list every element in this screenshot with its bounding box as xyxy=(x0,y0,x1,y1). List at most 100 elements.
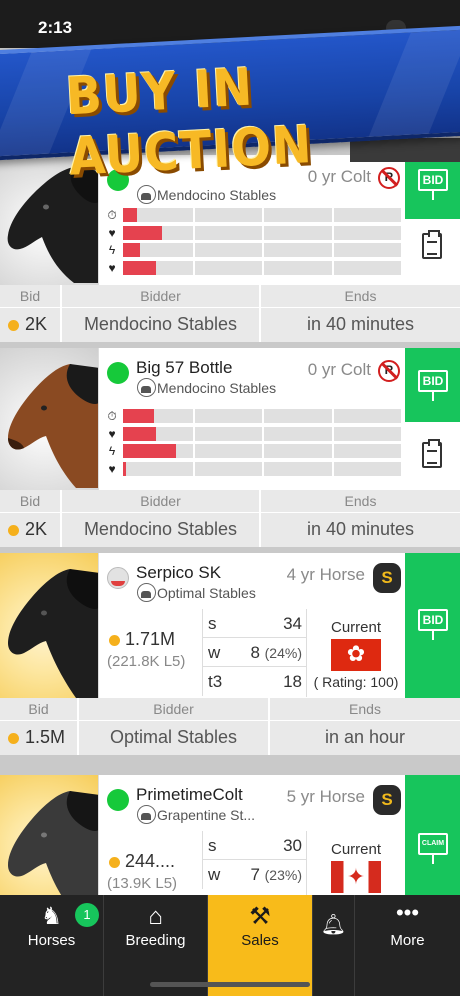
tab-notifications[interactable]: 🔔︎ xyxy=(313,895,355,996)
tab-label: More xyxy=(390,932,425,949)
heart-bar-row: ♥ xyxy=(103,260,401,276)
stat-bar-fill xyxy=(123,461,126,476)
race-stats: s 30 w 7 (23%) xyxy=(202,831,306,889)
horse-name: Big 57 Bottle xyxy=(136,358,233,377)
wins-value: 8 (24%) xyxy=(250,643,302,663)
stat-bar xyxy=(123,461,401,476)
listing-actions: BID xyxy=(405,155,460,285)
listing-info: Big 57 Bottle Mendocino Stables 0 yr Col… xyxy=(98,348,405,490)
listing-card[interactable]: Big 57 Bottle Mendocino Stables 0 yr Col… xyxy=(0,348,460,490)
listing-actions: BID xyxy=(405,553,460,698)
stat-bar-fill xyxy=(123,208,137,222)
stable-name: Grapentine St... xyxy=(157,807,256,823)
stat-bar-fill xyxy=(123,260,157,275)
bell-icon: 🔔︎ xyxy=(320,914,347,936)
tab-sales[interactable]: ⚒ Sales xyxy=(208,895,313,996)
horse-name: PrimetimeColt xyxy=(136,785,243,804)
stable-name: Mendocino Stables xyxy=(157,380,277,396)
horse-head-icon: ♞ xyxy=(40,903,63,930)
bid-button[interactable]: BID xyxy=(405,348,460,422)
bid-amount: 2K xyxy=(0,519,60,540)
status-time: 2:13 xyxy=(38,18,73,37)
ends-time: in 40 minutes xyxy=(306,519,415,539)
wins-value: 7 (23%) xyxy=(250,865,302,885)
banner-title: BUY IN AUCTION xyxy=(64,57,314,188)
stopwatch-icon: ⏱ xyxy=(107,208,117,222)
top3-value: 18 xyxy=(283,672,302,691)
bid-summary-row: Bid 2K Bidder Mendocino Stables Ends in 40 … xyxy=(0,285,460,342)
clipboard-icon xyxy=(422,439,442,468)
listing-card[interactable]: Serpico SK Optimal Stables 4 yr Horse S … xyxy=(0,553,460,698)
wins-percent: (24%) xyxy=(264,645,302,661)
claim-button[interactable]: CLAIM xyxy=(405,775,460,905)
stable-icon xyxy=(137,583,156,602)
horse-head-image xyxy=(8,791,98,905)
divider xyxy=(0,720,460,721)
stat-bar-fill xyxy=(123,426,157,441)
bid-summary-row: Bid 1.5M Bidder Optimal Stables Ends in an … xyxy=(0,698,460,755)
heartbeat-icon: ♥ xyxy=(108,225,116,240)
clipboard-icon xyxy=(422,230,442,259)
earnings-last5: (221.8K L5) xyxy=(107,653,186,670)
wins-count: 8 xyxy=(250,643,260,662)
notification-badge: 1 xyxy=(75,903,99,927)
stat-bar-fill xyxy=(123,444,176,458)
tab-label: Breeding xyxy=(125,932,186,949)
wins-count: 7 xyxy=(250,865,260,884)
current-rating: Current ( Rating: 100) xyxy=(306,609,405,697)
stable-name: Optimal Stables xyxy=(157,585,256,601)
top3-label: t3 xyxy=(208,672,223,691)
bid-amount: 2K xyxy=(0,314,60,335)
heartbeat-icon: ♥ xyxy=(108,426,116,441)
current-label: Current xyxy=(330,619,382,636)
ends-column: Ends in 40 minutes xyxy=(261,285,460,342)
canada-flag-icon xyxy=(331,861,381,893)
bid-button[interactable]: BID xyxy=(405,553,460,698)
details-button[interactable] xyxy=(405,219,460,285)
bidder-header: Bidder xyxy=(153,701,194,717)
divider xyxy=(0,512,460,513)
stat-bar-fill xyxy=(123,243,140,257)
listing-actions: CLAIM xyxy=(405,775,460,905)
earnings: 244.... (13.9K L5) xyxy=(107,851,203,892)
ellipsis-icon: ••• xyxy=(395,900,420,925)
starts-value: 30 xyxy=(283,836,302,855)
bid-header: Bid xyxy=(28,701,49,717)
stat-bar-fill xyxy=(123,225,162,240)
class-badge: S xyxy=(373,785,401,815)
tab-more[interactable]: ••• More xyxy=(355,895,460,996)
bid-column: Bid 1.5M xyxy=(0,698,79,755)
race-stats: s 34 w 8 (24%) t3 18 xyxy=(202,609,306,696)
horse-age: 4 yr Horse xyxy=(286,565,365,584)
bid-summary-row: Bid 2K Bidder Mendocino Stables Ends in 40 … xyxy=(0,490,460,547)
bidder-column: Bidder Mendocino Stables xyxy=(62,490,261,547)
ends-time: in 40 minutes xyxy=(306,314,415,334)
bidder-name: Mendocino Stables xyxy=(83,314,238,334)
bid-sign-icon: BID xyxy=(418,370,448,401)
barn-icon: ⌂ xyxy=(148,903,163,930)
stat-bar xyxy=(123,225,401,240)
tab-horses[interactable]: ♞ 1 Horses xyxy=(0,895,104,996)
bid-column: Bid 2K xyxy=(0,285,62,342)
claim-sign-icon: CLAIM xyxy=(418,833,448,864)
bidder-name: Optimal Stables xyxy=(109,727,238,747)
details-button[interactable] xyxy=(405,422,460,490)
speed-bar-row: ⏱ xyxy=(103,207,401,223)
listing-actions: BID xyxy=(405,348,460,490)
bidder-column: Bidder Mendocino Stables xyxy=(62,285,261,342)
app-screen: { "status_bar": {"time": "2:13"}, "banne… xyxy=(0,0,460,996)
class-badge: S xyxy=(373,563,401,593)
stat-bars: ⏱ ♥ ϟ ♥ xyxy=(103,207,401,277)
stat-bar xyxy=(123,243,401,257)
stat-bar xyxy=(123,260,401,275)
tab-breeding[interactable]: ⌂ Breeding xyxy=(104,895,208,996)
listing-card[interactable]: PrimetimeColt Grapentine St... 5 yr Hors… xyxy=(0,775,460,919)
bid-column: Bid 2K xyxy=(0,490,62,547)
horse-age: 5 yr Horse xyxy=(286,787,365,806)
status-indicator xyxy=(107,567,129,589)
stable-icon xyxy=(137,378,156,397)
stamina-bar-row: ♥ xyxy=(103,225,401,241)
bidder-header: Bidder xyxy=(140,288,181,304)
wins-label: w xyxy=(208,865,221,884)
lightning-icon: ϟ xyxy=(108,444,116,458)
